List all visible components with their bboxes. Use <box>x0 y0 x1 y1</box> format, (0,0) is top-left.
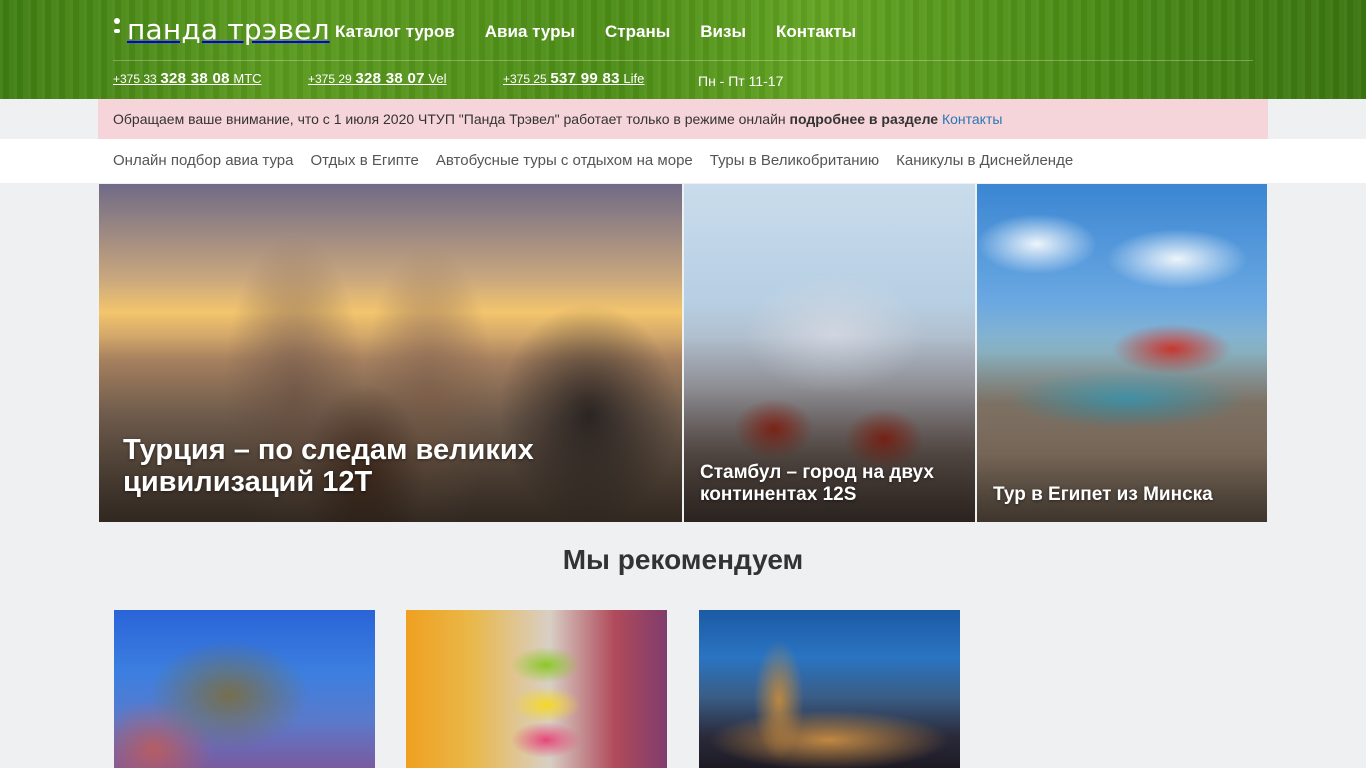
notice-text: Обращаем ваше внимание, что с 1 июля 202… <box>113 111 790 127</box>
phone-mts[interactable]: +375 33 328 38 08 МТС <box>113 70 262 87</box>
nav-item-countries[interactable]: Страны <box>605 22 670 42</box>
notice-contacts-link[interactable]: Контакты <box>942 111 1002 127</box>
recommend-title: Мы рекомендуем <box>562 544 804 575</box>
site-logo[interactable]: панда трэвел <box>113 12 330 46</box>
notice-bold: подробнее в разделе <box>789 111 939 127</box>
hero-tile-turkey[interactable]: Турция – по следам великих цивилизаций 1… <box>99 184 682 522</box>
phone-life[interactable]: +375 25 537 99 83 Life <box>503 70 644 87</box>
quick-link-disneyland[interactable]: Каникулы в Диснейленде <box>896 152 1073 169</box>
nav-item-visas[interactable]: Визы <box>700 22 746 42</box>
nav-item-contacts[interactable]: Контакты <box>776 22 856 42</box>
recommend-card-image[interactable] <box>114 610 375 768</box>
working-hours: Пн - Пт 11-17 <box>698 73 784 89</box>
main-nav: Каталог туров Авиа туры Страны Визы Конт… <box>335 22 856 42</box>
header-divider <box>113 60 1253 61</box>
phone-code: +375 29 <box>308 72 352 86</box>
nav-item-avia[interactable]: Авиа туры <box>485 22 575 42</box>
nav-item-catalog[interactable]: Каталог туров <box>335 22 455 42</box>
phone-number: 328 38 08 <box>160 70 230 87</box>
phone-operator: МТС <box>233 71 262 86</box>
hero-tile-istanbul[interactable]: Стамбул – город на двух континентах 12S <box>684 184 975 522</box>
recommend-card-image[interactable] <box>699 610 960 768</box>
notice-banner: Обращаем ваше внимание, что с 1 июля 202… <box>98 99 1268 139</box>
quick-link-uk[interactable]: Туры в Великобританию <box>710 152 879 169</box>
hero-tile-title: Тур в Египет из Минска <box>993 484 1213 505</box>
phone-operator: Vel <box>428 71 447 86</box>
phone-number: 537 99 83 <box>550 70 620 87</box>
hero-tile-title: Турция – по следам великих цивилизаций 1… <box>123 434 534 498</box>
hero-tile-egypt[interactable]: Тур в Египет из Минска <box>977 184 1267 522</box>
phone-number: 328 38 07 <box>355 70 425 87</box>
phone-code: +375 25 <box>503 72 547 86</box>
hero-tile-title: Стамбул – город на двух континентах 12S <box>700 462 934 505</box>
logo-text: панда трэвел <box>127 12 330 46</box>
logo-mark-icon <box>113 16 123 42</box>
quick-link-bus-tours[interactable]: Автобусные туры с отдыхом на море <box>436 152 693 169</box>
quick-link-avia-search[interactable]: Онлайн подбор авиа тура <box>113 152 293 169</box>
phone-code: +375 33 <box>113 72 157 86</box>
quick-links-bar: Онлайн подбор авиа тура Отдых в Египте А… <box>0 139 1366 183</box>
recommend-card-image[interactable] <box>406 610 667 768</box>
phone-operator: Life <box>623 71 645 86</box>
quick-link-egypt[interactable]: Отдых в Египте <box>310 152 418 169</box>
site-header: панда трэвел Каталог туров Авиа туры Стр… <box>0 0 1366 99</box>
phone-vel[interactable]: +375 29 328 38 07 Vel <box>308 70 446 87</box>
